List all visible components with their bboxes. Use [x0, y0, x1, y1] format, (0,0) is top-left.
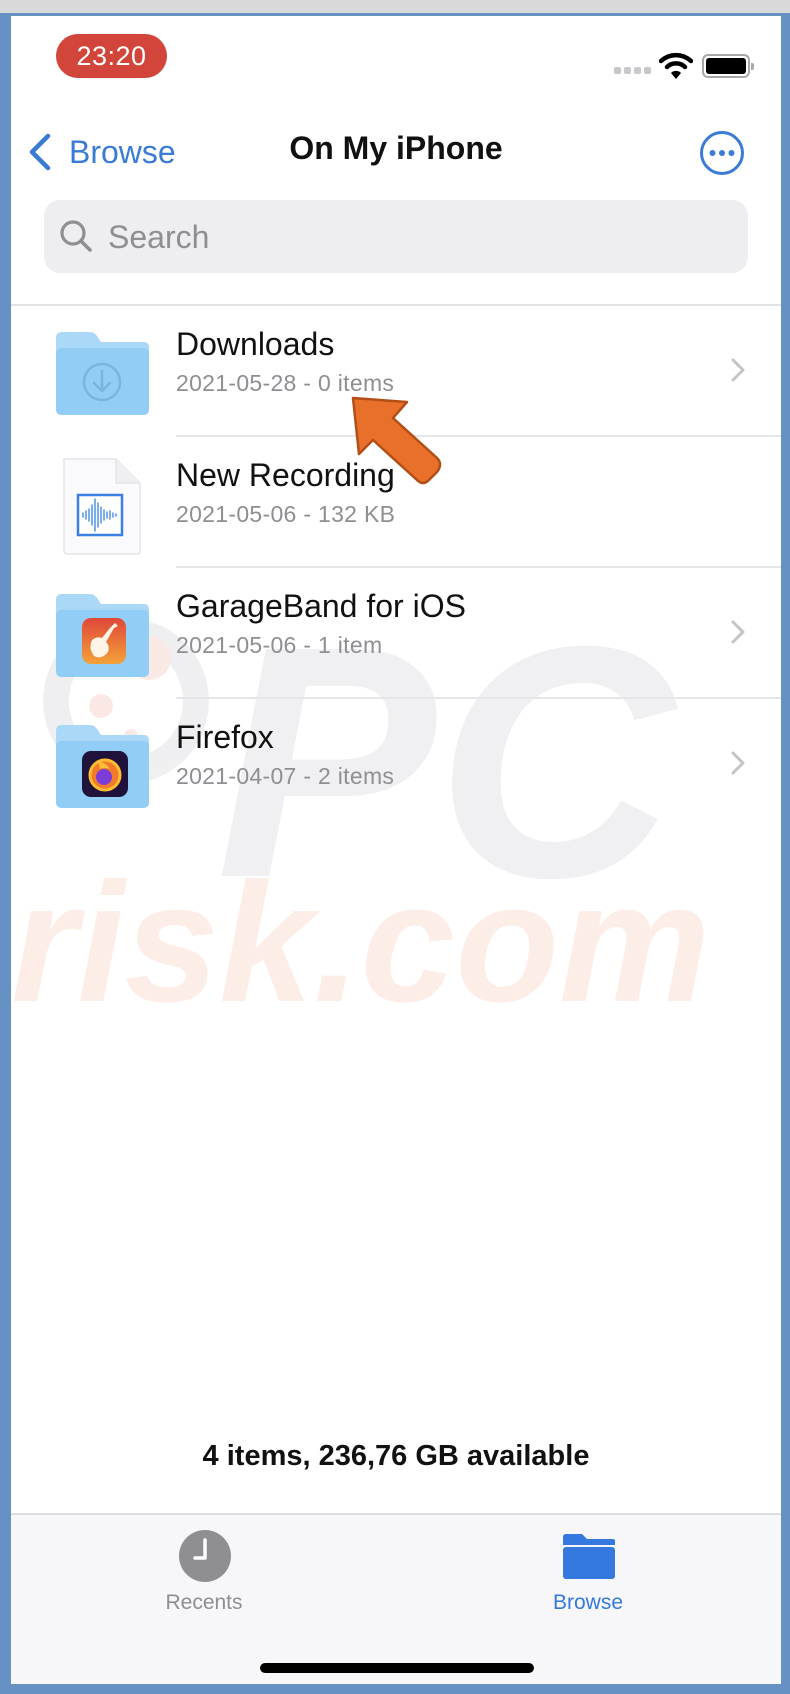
status-time: 23:20: [56, 34, 167, 78]
tab-bar: Recents Browse: [11, 1513, 781, 1684]
file-meta: 2021-05-06 - 132 KB: [176, 501, 396, 527]
file-name: New Recording: [176, 457, 395, 493]
file-row-downloads[interactable]: Downloads 2021-05-28 - 0 items: [11, 306, 781, 437]
watermark-text-risk: risk.com: [11, 848, 710, 1038]
phone-screen: PC risk.com 23:20 Browse On My iPhone Se…: [11, 16, 781, 1684]
file-meta: 2021-05-06 - 1 item: [176, 632, 383, 658]
chevron-right-icon: [731, 620, 745, 644]
chevron-right-icon: [731, 358, 745, 382]
cellular-signal-icon: [614, 67, 651, 74]
search-icon: [60, 220, 92, 252]
file-row-garageband[interactable]: GarageBand for iOS 2021-05-06 - 1 item: [11, 568, 781, 699]
window-top-strip: [0, 0, 790, 13]
search-input[interactable]: [106, 200, 730, 275]
file-name: Downloads: [176, 326, 335, 362]
search-bar[interactable]: [44, 200, 748, 275]
file-row-new-recording[interactable]: New Recording 2021-05-06 - 132 KB: [11, 437, 781, 568]
storage-summary: 4 items, 236,76 GB available: [202, 1440, 590, 1472]
audio-file-icon: [63, 458, 141, 555]
more-options-button[interactable]: [699, 130, 745, 176]
file-meta: 2021-05-28 - 0 items: [176, 370, 395, 396]
tab-label: Recents: [165, 1591, 243, 1614]
garageband-folder-icon: [56, 594, 149, 677]
file-row-firefox[interactable]: Firefox 2021-04-07 - 2 items: [11, 699, 781, 830]
clock-icon: [179, 1530, 231, 1582]
wifi-icon: [659, 52, 693, 79]
home-indicator[interactable]: [260, 1663, 534, 1673]
ellipsis-circle-icon: [700, 131, 744, 175]
file-meta: 2021-04-07 - 2 items: [176, 763, 395, 789]
tab-browse[interactable]: Browse: [488, 1515, 688, 1625]
tab-recents[interactable]: Recents: [104, 1515, 304, 1625]
page-title: On My iPhone: [289, 130, 503, 166]
file-name: GarageBand for iOS: [176, 588, 466, 624]
file-name: Firefox: [176, 719, 274, 755]
firefox-folder-icon: [56, 725, 149, 808]
downloads-folder-icon: [56, 332, 149, 415]
folder-icon: [563, 1534, 615, 1579]
battery-icon: [702, 54, 754, 78]
chevron-right-icon: [731, 751, 745, 775]
file-list: Downloads 2021-05-28 - 0 items New Recor…: [11, 306, 781, 830]
tab-label: Browse: [552, 1591, 624, 1614]
